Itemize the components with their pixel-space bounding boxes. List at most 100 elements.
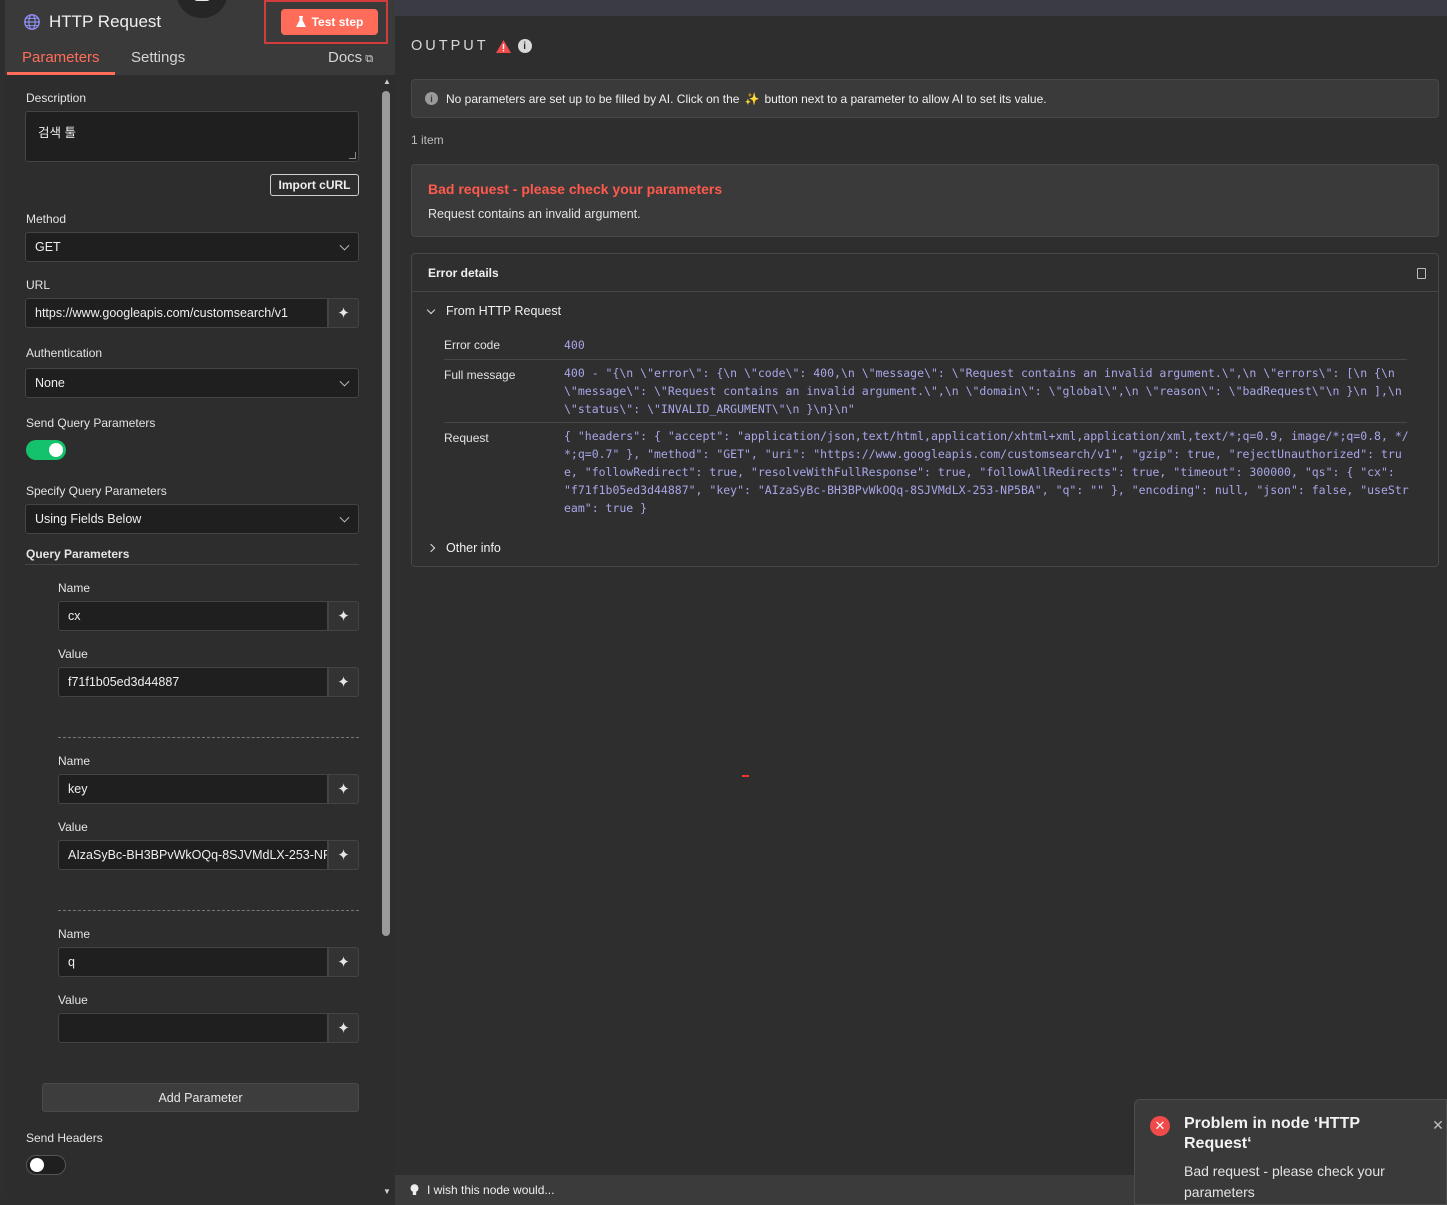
active-tab-underline: [7, 72, 115, 75]
from-http-label: From HTTP Request: [446, 304, 562, 318]
param-value-value: f71f1b05ed3d44887: [68, 675, 180, 689]
scroll-up-arrow-icon[interactable]: ▲: [383, 77, 391, 86]
sparkle-icon[interactable]: ✦: [328, 1013, 359, 1043]
send-query-toggle[interactable]: [26, 440, 66, 460]
param-value-label: Value: [58, 647, 88, 661]
param-divider: [58, 737, 359, 738]
description-input[interactable]: 검색 툴: [25, 111, 359, 162]
node-title: HTTP Request: [23, 10, 161, 34]
copy-icon[interactable]: [1417, 268, 1426, 279]
sparkle-icon[interactable]: ✦: [328, 667, 359, 697]
warning-icon: [495, 39, 511, 53]
send-query-label: Send Query Parameters: [26, 416, 156, 430]
chevron-down-icon: [339, 512, 350, 523]
url-label: URL: [26, 278, 51, 292]
resize-handle-icon[interactable]: [349, 152, 356, 159]
globe-icon: [24, 14, 40, 30]
error-description: Request contains an invalid argument.: [428, 207, 641, 221]
description-value: 검색 툴: [38, 126, 76, 140]
node-title-text: HTTP Request: [49, 12, 162, 31]
error-toast: ✕ Problem in node ‘HTTP Request‘ Bad req…: [1134, 1099, 1447, 1205]
param-name-input[interactable]: cx: [58, 601, 328, 631]
param-name-label: Name: [58, 754, 91, 768]
test-step-label: Test step: [311, 15, 364, 29]
method-label: Method: [26, 212, 67, 226]
param-value-input[interactable]: [58, 1013, 328, 1043]
scrollbar-thumb[interactable]: [382, 91, 390, 936]
node-handle[interactable]: [177, 0, 227, 18]
chevron-down-icon: [426, 305, 436, 314]
specify-query-value: Using Fields Below: [35, 512, 142, 526]
close-icon[interactable]: ✕: [1430, 1117, 1446, 1134]
error-circle-icon: ✕: [1150, 1116, 1170, 1136]
error-details-title: Error details: [428, 266, 499, 280]
feedback-text: I wish this node would...: [427, 1183, 555, 1197]
param-value-input[interactable]: AIzaSyBc-BH3BPvWkOQq-8SJVMdLX-253-NP5BA: [58, 840, 328, 870]
authentication-select[interactable]: None: [25, 368, 359, 398]
output-title-text: OUTPUT: [411, 38, 489, 54]
send-headers-label: Send Headers: [26, 1131, 103, 1145]
ai-notice-text-before: No parameters are set up to be filled by…: [446, 91, 740, 106]
param-value-label: Value: [58, 993, 88, 1007]
chevron-right-icon: [426, 543, 436, 553]
param-name-value: key: [68, 782, 88, 796]
method-value: GET: [35, 240, 61, 254]
param-name-label: Name: [58, 581, 91, 595]
sparkle-icon[interactable]: ✦: [328, 601, 359, 631]
tab-docs[interactable]: Docs ⧉: [328, 49, 373, 66]
sparkle-icon[interactable]: ✦: [328, 947, 359, 977]
param-value-value: AIzaSyBc-BH3BPvWkOQq-8SJVMdLX-253-NP5BA: [68, 848, 328, 862]
parameters-panel: HTTP Request Test step Parameters Settin…: [5, 0, 395, 1198]
flask-icon: [295, 16, 306, 27]
sparkle-icon[interactable]: ✦: [328, 774, 359, 804]
param-name-label: Name: [58, 927, 91, 941]
error-code-label: Error code: [444, 338, 501, 352]
scrollbar[interactable]: ▲ ▼: [379, 75, 395, 1198]
from-http-request-toggle[interactable]: From HTTP Request: [426, 304, 562, 318]
sparkle-icon[interactable]: ✦: [328, 840, 359, 870]
output-title: OUTPUT i: [411, 38, 532, 54]
param-value-input[interactable]: f71f1b05ed3d44887: [58, 667, 328, 697]
url-input[interactable]: https://www.googleapis.com/customsearch/…: [25, 298, 328, 328]
full-message-value: 400 - "{\n \"error\": {\n \"code\": 400,…: [564, 366, 1402, 416]
info-icon: i: [425, 92, 438, 105]
param-name-value: cx: [68, 609, 81, 623]
item-count: 1 item: [411, 133, 444, 147]
error-details: Error details From HTTP Request Error co…: [411, 253, 1439, 567]
specify-query-label: Specify Query Parameters: [26, 484, 167, 498]
ai-notice-banner: i No parameters are set up to be filled …: [411, 79, 1439, 118]
other-info-toggle[interactable]: Other info: [426, 541, 501, 555]
param-name-input[interactable]: key: [58, 774, 328, 804]
import-curl-button[interactable]: Import cURL: [270, 174, 359, 196]
param-name-value: q: [68, 955, 75, 969]
error-title: Bad request - please check your paramete…: [428, 181, 723, 197]
chevron-down-icon: [339, 376, 350, 387]
info-icon[interactable]: i: [517, 39, 532, 53]
feedback-link[interactable]: I wish this node would...: [410, 1183, 554, 1197]
add-parameter-button[interactable]: Add Parameter: [42, 1083, 359, 1112]
tab-settings[interactable]: Settings: [131, 49, 185, 66]
test-step-button[interactable]: Test step: [281, 9, 378, 35]
scroll-down-arrow-icon[interactable]: ▼: [383, 1187, 391, 1196]
authentication-label: Authentication: [26, 346, 103, 360]
specify-query-select[interactable]: Using Fields Below: [25, 504, 359, 534]
error-code-value: 400: [564, 338, 585, 352]
sparkle-icon[interactable]: ✦: [328, 298, 359, 328]
request-label: Request: [444, 431, 489, 445]
ai-notice-text-after: button next to a parameter to allow AI t…: [764, 91, 1047, 106]
send-headers-toggle[interactable]: [26, 1155, 66, 1175]
other-info-label: Other info: [446, 541, 501, 555]
tab-docs-label: Docs: [328, 49, 363, 66]
node-header: HTTP Request Test step Parameters Settin…: [5, 0, 395, 75]
chevron-down-icon: [339, 240, 350, 251]
param-value-label: Value: [58, 820, 88, 834]
param-name-input[interactable]: q: [58, 947, 328, 977]
sparkle-icon: ✨: [744, 91, 760, 106]
tab-parameters[interactable]: Parameters: [22, 49, 100, 66]
panel-tabs: Parameters Settings Docs ⧉: [5, 45, 395, 75]
url-value: https://www.googleapis.com/customsearch/…: [35, 306, 288, 320]
method-select[interactable]: GET: [25, 232, 359, 262]
external-link-icon: ⧉: [365, 53, 374, 65]
full-message-label: Full message: [444, 368, 516, 382]
error-details-header: Error details: [412, 254, 1438, 292]
